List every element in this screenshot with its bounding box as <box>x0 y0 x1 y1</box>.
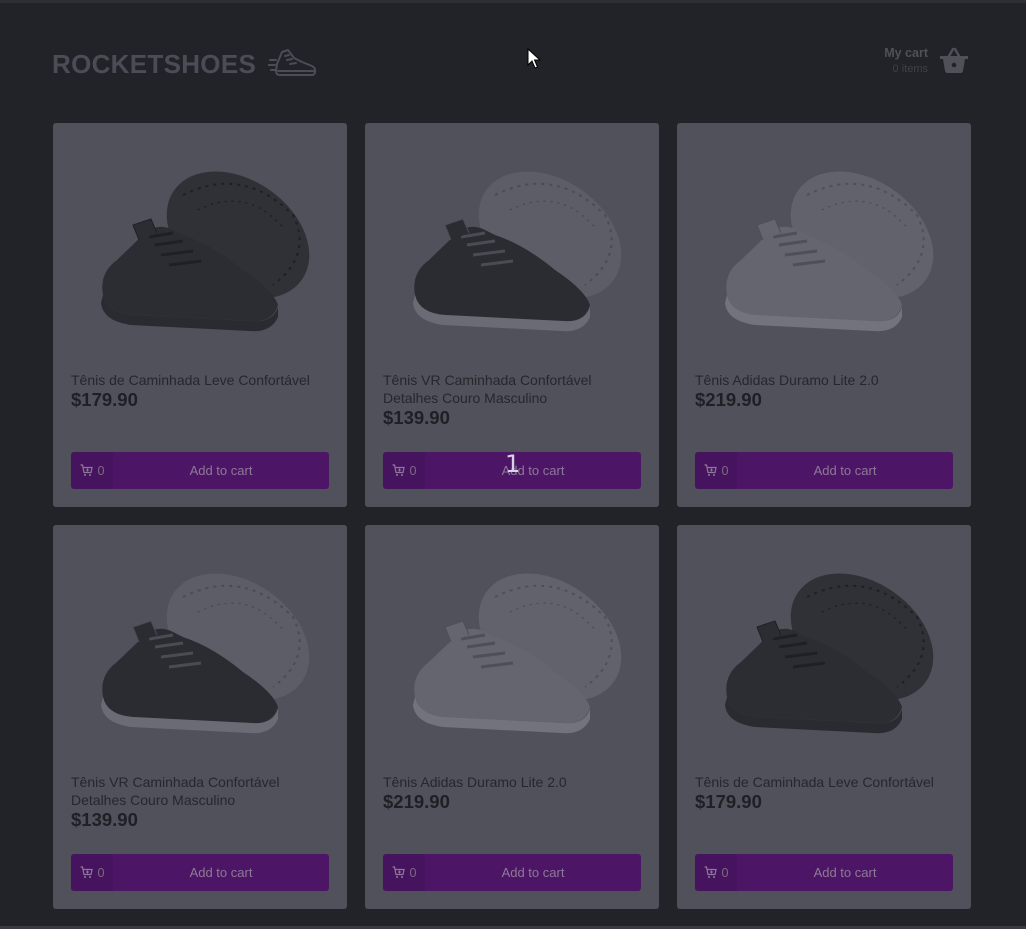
cart-quantity-value: 0 <box>721 463 729 478</box>
add-to-cart-label: Add to cart <box>189 463 253 478</box>
product-image[interactable] <box>73 145 327 345</box>
top-border <box>0 0 1026 3</box>
cart-item-count: 0 items <box>892 62 928 75</box>
cart-quantity: 0 <box>383 854 425 891</box>
add-to-cart-label: Add to cart <box>813 463 877 478</box>
product-card: Tênis Adidas Duramo Lite 2.0 $219.90 0 A… <box>365 525 659 909</box>
add-cart-icon <box>392 866 405 878</box>
running-shoe-icon <box>268 49 317 76</box>
product-card: Tênis Adidas Duramo Lite 2.0 $219.90 0 A… <box>677 123 971 507</box>
cart-quantity: 0 <box>71 854 113 891</box>
product-image[interactable] <box>385 547 639 747</box>
cart-quantity-value: 0 <box>97 865 105 880</box>
add-cart-icon <box>392 464 405 476</box>
shopping-basket-icon <box>940 47 968 73</box>
cart-title: My cart <box>884 45 928 60</box>
cart-quantity-value: 0 <box>97 463 105 478</box>
product-card: Tênis de Caminhada Leve Confortável $179… <box>53 123 347 507</box>
logo-text: ROCKETSHOES <box>52 48 257 79</box>
product-price: $179.90 <box>695 791 762 812</box>
add-to-cart-button[interactable]: 0 Add to cart <box>695 854 953 891</box>
add-to-cart-label: Add to cart <box>501 463 565 478</box>
cart-quantity-value: 0 <box>409 463 417 478</box>
product-image[interactable] <box>697 547 951 747</box>
cart-quantity: 0 <box>71 452 113 489</box>
product-name: Tênis Adidas Duramo Lite 2.0 <box>383 774 567 790</box>
add-to-cart-button[interactable]: 0 Add to cart <box>71 854 329 891</box>
product-name: Tênis VR Caminhada Confortável Detalhes … <box>71 774 280 808</box>
product-price: $219.90 <box>695 389 762 410</box>
product-image[interactable] <box>73 547 327 747</box>
product-image[interactable] <box>385 145 639 345</box>
cart-quantity-value: 0 <box>409 865 417 880</box>
cart-quantity: 0 <box>383 452 425 489</box>
product-name: Tênis Adidas Duramo Lite 2.0 <box>695 372 879 388</box>
product-image[interactable] <box>697 145 951 345</box>
add-to-cart-label: Add to cart <box>189 865 253 880</box>
product-card: Tênis de Caminhada Leve Confortável $179… <box>677 525 971 909</box>
cart-quantity: 0 <box>695 854 737 891</box>
product-price: $179.90 <box>71 389 138 410</box>
product-grid: Tênis de Caminhada Leve Confortável $179… <box>53 123 971 909</box>
logo[interactable]: ROCKETSHOES <box>52 46 318 82</box>
add-to-cart-label: Add to cart <box>501 865 565 880</box>
product-price: $219.90 <box>383 791 450 812</box>
add-to-cart-label: Add to cart <box>813 865 877 880</box>
add-cart-icon <box>80 866 93 878</box>
product-name: Tênis VR Caminhada Confortável Detalhes … <box>383 372 592 406</box>
add-cart-icon <box>80 464 93 476</box>
cart-quantity-value: 0 <box>721 865 729 880</box>
add-to-cart-button[interactable]: 0 Add to cart <box>695 452 953 489</box>
mouse-cursor-icon <box>527 48 541 69</box>
add-cart-icon <box>704 866 717 878</box>
overlay-number: 1 <box>505 450 521 478</box>
product-name: Tênis de Caminhada Leve Confortável <box>71 372 310 388</box>
site-header: ROCKETSHOES My cart 0 items <box>52 36 970 92</box>
product-price: $139.90 <box>383 407 450 428</box>
product-price: $139.90 <box>71 809 138 830</box>
product-name: Tênis de Caminhada Leve Confortável <box>695 774 934 790</box>
cart-link[interactable]: My cart 0 items <box>884 44 970 76</box>
cart-quantity: 0 <box>695 452 737 489</box>
add-to-cart-button[interactable]: 0 Add to cart <box>71 452 329 489</box>
add-to-cart-button[interactable]: 0 Add to cart <box>383 854 641 891</box>
add-cart-icon <box>704 464 717 476</box>
product-card: Tênis VR Caminhada Confortável Detalhes … <box>53 525 347 909</box>
